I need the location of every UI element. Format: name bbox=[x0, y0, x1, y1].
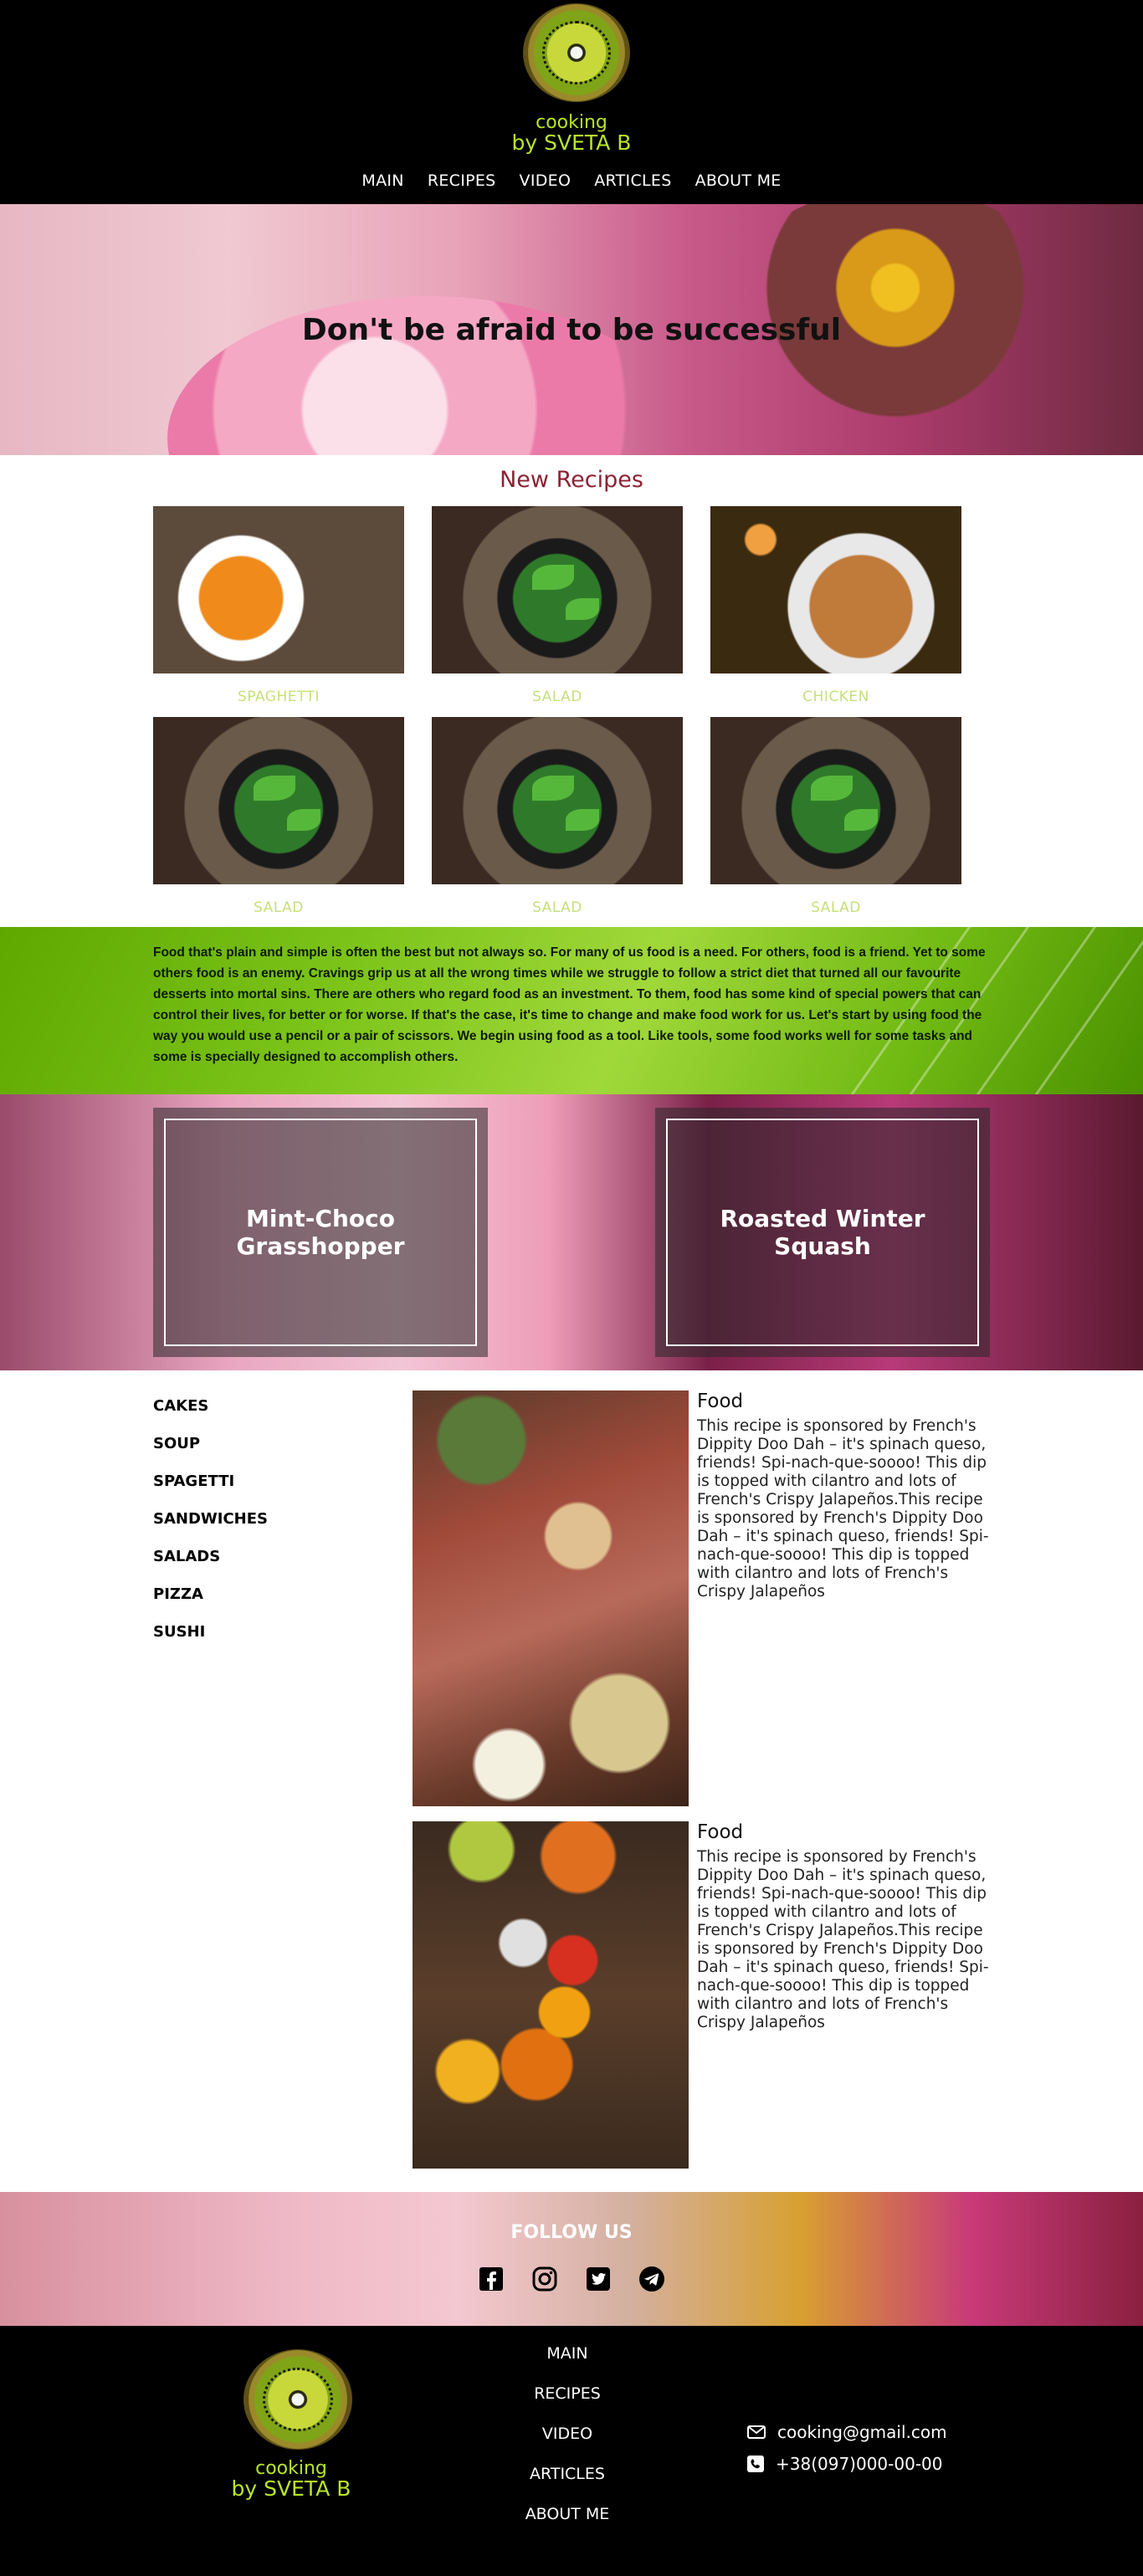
category-link[interactable]: SOUP bbox=[153, 1435, 268, 1452]
nav-video[interactable]: VIDEO bbox=[520, 172, 572, 190]
category-link[interactable]: CAKES bbox=[153, 1397, 268, 1415]
site-footer: cooking by SVETA B MAIN RECIPES VIDEO AR… bbox=[0, 2326, 1143, 2576]
kiwi-logo-icon[interactable] bbox=[523, 3, 630, 102]
telegram-icon[interactable] bbox=[638, 2266, 665, 2292]
follow-us-banner: FOLLOW US bbox=[0, 2192, 1143, 2326]
featured-title[interactable]: Mint-Choco Grasshopper bbox=[166, 1205, 475, 1260]
featured-card[interactable]: Roasted Winter Squash bbox=[655, 1108, 990, 1357]
article-title[interactable]: Food bbox=[697, 1390, 743, 1412]
recipe-label[interactable]: SALAD bbox=[710, 899, 961, 916]
logo-text[interactable]: cooking by SVETA B bbox=[488, 112, 655, 155]
recipe-image[interactable] bbox=[153, 506, 404, 673]
recipe-image[interactable] bbox=[432, 717, 683, 884]
food-quote-text: Food that's plain and simple is often th… bbox=[153, 945, 986, 1064]
contact-phone[interactable]: +38(097)000-00-00 bbox=[747, 2454, 943, 2474]
recipe-label[interactable]: SALAD bbox=[432, 689, 683, 705]
nav-recipes[interactable]: RECIPES bbox=[428, 172, 496, 190]
envelope-icon bbox=[747, 2425, 766, 2439]
article-card: Food This recipe is sponsored by French'… bbox=[413, 1390, 998, 1809]
email-text[interactable]: cooking@gmail.com bbox=[777, 2422, 947, 2442]
footer-nav: MAIN RECIPES VIDEO ARTICLES ABOUT ME bbox=[0, 2344, 1135, 2545]
article-title[interactable]: Food bbox=[697, 1821, 743, 1843]
twitter-icon[interactable] bbox=[585, 2266, 612, 2292]
logo-line-2: by SVETA B bbox=[511, 131, 632, 155]
recipe-image[interactable] bbox=[710, 506, 961, 673]
food-quote-banner: Food that's plain and simple is often th… bbox=[0, 927, 1143, 1094]
recipe-card[interactable]: SALAD bbox=[432, 506, 683, 705]
recipe-card[interactable]: SALAD bbox=[710, 717, 961, 916]
recipe-label[interactable]: SALAD bbox=[432, 899, 683, 916]
recipe-card[interactable]: SALAD bbox=[153, 717, 404, 916]
recipe-label[interactable]: SALAD bbox=[153, 899, 404, 916]
footer-nav-video[interactable]: VIDEO bbox=[0, 2425, 1135, 2443]
article-image[interactable] bbox=[413, 1821, 689, 2169]
category-link[interactable]: SANDWICHES bbox=[153, 1510, 268, 1528]
category-link[interactable]: SALADS bbox=[153, 1548, 268, 1565]
instagram-icon[interactable] bbox=[531, 2266, 558, 2292]
new-recipes-title: New Recipes bbox=[500, 467, 643, 493]
recipe-label[interactable]: SPAGHETTI bbox=[153, 689, 404, 705]
social-links bbox=[0, 2266, 1143, 2292]
article-card: Food This recipe is sponsored by French'… bbox=[413, 1821, 998, 2173]
contact-email[interactable]: cooking@gmail.com bbox=[747, 2422, 947, 2442]
nav-articles[interactable]: ARTICLES bbox=[594, 172, 671, 190]
article-image[interactable] bbox=[413, 1390, 689, 1806]
nav-about-me[interactable]: ABOUT ME bbox=[695, 172, 782, 190]
category-link[interactable]: SPAGETTI bbox=[153, 1472, 268, 1490]
featured-title[interactable]: Roasted Winter Squash bbox=[668, 1205, 977, 1260]
hero-headline: Don't be afraid to be successful bbox=[301, 313, 842, 347]
follow-us-title: FOLLOW US bbox=[510, 2222, 633, 2243]
recipe-image[interactable] bbox=[432, 506, 683, 673]
recipe-card[interactable]: SPAGHETTI bbox=[153, 506, 404, 705]
site-header: cooking by SVETA B MAIN RECIPES VIDEO AR… bbox=[0, 0, 1143, 204]
phone-text[interactable]: +38(097)000-00-00 bbox=[776, 2454, 943, 2474]
phone-icon bbox=[747, 2456, 764, 2472]
article-text: This recipe is sponsored by French's Dip… bbox=[697, 1417, 989, 1600]
featured-recipes: Mint-Choco Grasshopper Roasted Winter Sq… bbox=[0, 1094, 1143, 1370]
recipe-card[interactable]: CHICKEN bbox=[710, 506, 961, 705]
logo-line-1: cooking bbox=[536, 112, 607, 133]
facebook-icon[interactable] bbox=[478, 2266, 505, 2292]
footer-nav-recipes[interactable]: RECIPES bbox=[0, 2384, 1135, 2403]
main-nav: MAIN RECIPES VIDEO ARTICLES ABOUT ME bbox=[0, 172, 1143, 190]
featured-card[interactable]: Mint-Choco Grasshopper bbox=[153, 1108, 488, 1357]
nav-main[interactable]: MAIN bbox=[361, 172, 403, 190]
footer-nav-about-me[interactable]: ABOUT ME bbox=[0, 2505, 1135, 2523]
recipe-card[interactable]: SALAD bbox=[432, 717, 683, 916]
footer-nav-articles[interactable]: ARTICLES bbox=[0, 2465, 1135, 2483]
article-text: This recipe is sponsored by French's Dip… bbox=[697, 1848, 989, 2031]
recipe-image[interactable] bbox=[710, 717, 961, 884]
hero-banner: Don't be afraid to be successful bbox=[0, 204, 1143, 455]
recipe-label[interactable]: CHICKEN bbox=[710, 689, 961, 705]
category-link[interactable]: PIZZA bbox=[153, 1585, 268, 1603]
footer-nav-main[interactable]: MAIN bbox=[0, 2344, 1135, 2363]
category-link[interactable]: SUSHI bbox=[153, 1623, 268, 1641]
category-list: CAKES SOUP SPAGETTI SANDWICHES SALADS PI… bbox=[153, 1397, 268, 1661]
recipe-image[interactable] bbox=[153, 717, 404, 884]
